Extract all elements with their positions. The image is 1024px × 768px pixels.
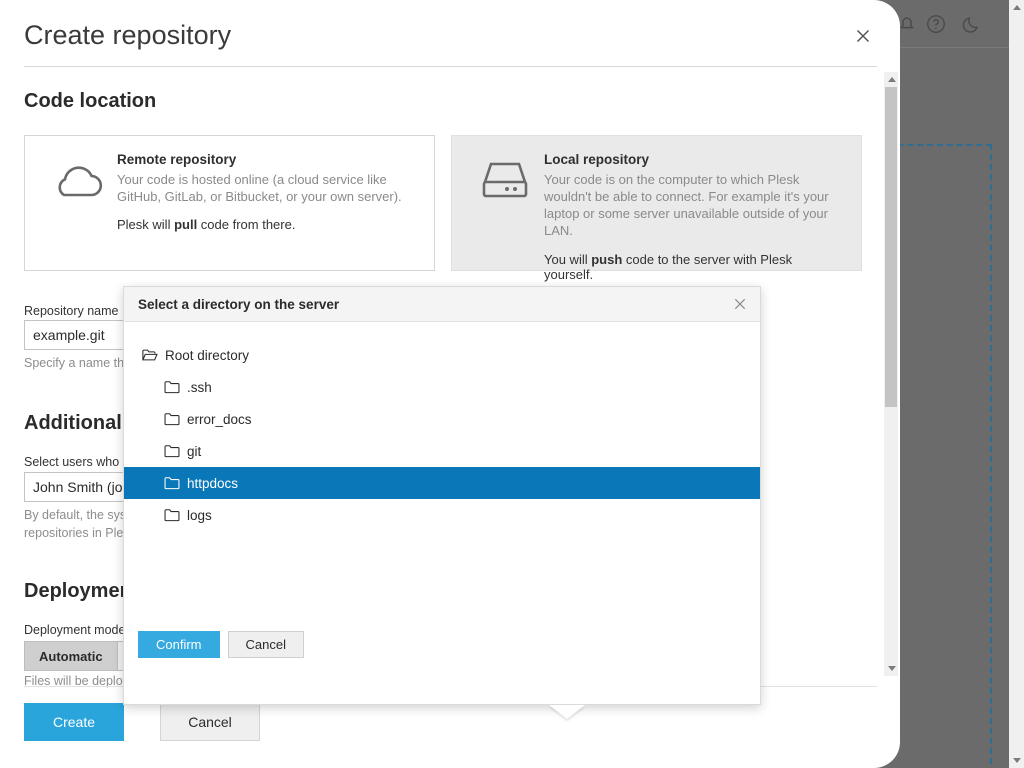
tree-item-label: .ssh (187, 380, 212, 395)
panel-scrollbar-thumb[interactable] (885, 87, 897, 407)
select-directory-dialog: Select a directory on the server Root di… (123, 286, 761, 705)
tree-item-git[interactable]: git (124, 435, 760, 467)
tree-item-label: error_docs (187, 412, 252, 427)
close-icon[interactable] (852, 25, 874, 47)
deployment-mode-automatic[interactable]: Automatic (24, 641, 118, 671)
folder-icon (164, 444, 180, 458)
tree-item-httpdocs[interactable]: httpdocs (124, 467, 760, 499)
folder-icon (164, 508, 180, 522)
close-icon[interactable] (732, 296, 748, 312)
section-heading-additional: Additional (24, 412, 122, 435)
tree-item-label: logs (187, 508, 212, 523)
dialog-pointer-tail (549, 705, 585, 719)
create-button[interactable]: Create (24, 703, 124, 741)
help-circle-icon[interactable] (925, 13, 947, 35)
dialog-header: Select a directory on the server (124, 287, 760, 322)
directory-tree: Root directory .ssh error_docs (124, 323, 760, 619)
tree-item-label: git (187, 444, 201, 459)
tree-item-label: Root directory (165, 348, 249, 363)
card-description: Your code is hosted online (a cloud serv… (117, 171, 416, 205)
section-heading-deployment: Deployment (24, 580, 138, 603)
server-icon (466, 152, 544, 270)
moon-icon[interactable] (961, 13, 983, 35)
card-note-strong: push (591, 252, 622, 267)
tree-item-label: httpdocs (187, 476, 238, 491)
tree-item-logs[interactable]: logs (124, 499, 760, 531)
tree-item-root[interactable]: Root directory (124, 339, 760, 371)
cloud-icon (39, 152, 117, 270)
folder-icon (164, 380, 180, 394)
scroll-down-arrow[interactable] (1009, 753, 1024, 768)
panel-scroll-down-arrow[interactable] (884, 661, 899, 676)
card-note: Plesk will pull code from there. (117, 217, 416, 232)
panel-scroll-up-arrow[interactable] (884, 72, 899, 87)
repository-name-label: Repository name (24, 304, 119, 318)
card-title: Remote repository (117, 152, 416, 167)
scroll-up-arrow[interactable] (1009, 0, 1024, 15)
folder-icon (164, 412, 180, 426)
dialog-actions: Confirm Cancel (138, 631, 304, 658)
tree-item-error_docs[interactable]: error_docs (124, 403, 760, 435)
card-note-pre: Plesk will (117, 217, 174, 232)
tree-item-ssh[interactable]: .ssh (124, 371, 760, 403)
card-description: Your code is on the computer to which Pl… (544, 171, 843, 240)
dialog-title: Select a directory on the server (138, 297, 732, 312)
panel-scrollbar[interactable] (884, 72, 898, 676)
remote-repository-card[interactable]: Remote repository Your code is hosted on… (24, 135, 435, 271)
card-note: You will push code to the server with Pl… (544, 252, 843, 282)
folder-open-icon (142, 348, 158, 362)
local-repository-card[interactable]: Local repository Your code is on the com… (451, 135, 862, 271)
cancel-button[interactable]: Cancel (160, 703, 260, 741)
section-heading-code-location: Code location (24, 90, 156, 113)
card-note-post: code from there. (197, 217, 295, 232)
code-location-cards: Remote repository Your code is hosted on… (24, 135, 861, 271)
card-title: Local repository (544, 152, 843, 167)
page-title: Create repository (24, 20, 231, 51)
folder-icon (164, 476, 180, 490)
page-scrollbar[interactable] (1009, 0, 1024, 768)
panel-actions: Create Cancel (24, 703, 260, 741)
card-note-strong: pull (174, 217, 197, 232)
card-note-pre: You will (544, 252, 591, 267)
confirm-button[interactable]: Confirm (138, 631, 220, 658)
title-divider (24, 66, 877, 67)
dialog-cancel-button[interactable]: Cancel (228, 631, 304, 658)
